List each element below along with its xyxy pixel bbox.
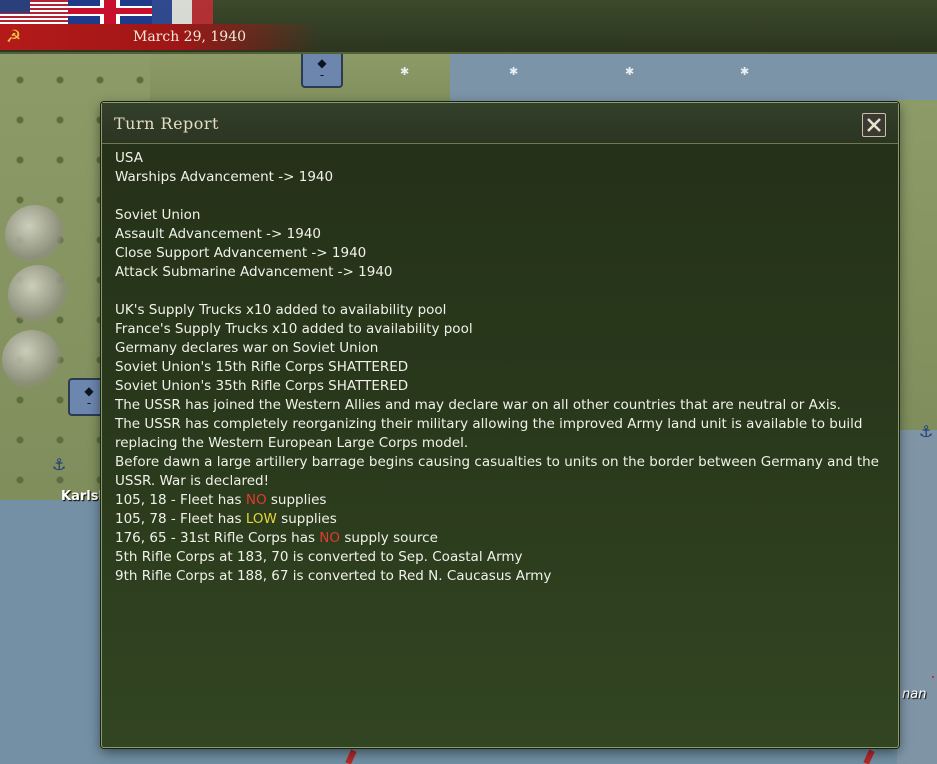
supply-report-line: 105, 18 - Fleet has NO supplies bbox=[115, 491, 885, 510]
report-line: Soviet Union bbox=[115, 207, 201, 223]
supply-line-prefix: 176, 65 - 31st Rifle Corps has bbox=[115, 530, 320, 546]
game-date: March 29, 1940 bbox=[133, 29, 247, 45]
report-line: Close Support Advancement -> 1940 bbox=[115, 245, 367, 261]
supply-line-suffix: supplies bbox=[266, 492, 327, 508]
snow-icon: ✱ bbox=[625, 65, 635, 78]
mountain-terrain bbox=[5, 205, 65, 265]
mountain-terrain bbox=[8, 265, 68, 325]
region-label: nan bbox=[902, 687, 927, 702]
report-line: 9th Rifle Corps at 188, 67 is converted … bbox=[115, 568, 552, 584]
map-sea-north bbox=[450, 50, 937, 110]
report-line: Before dawn a large artillery barrage be… bbox=[115, 454, 879, 489]
supply-report-line: 176, 65 - 31st Rifle Corps has NO supply… bbox=[115, 529, 885, 548]
report-line: 5th Rifle Corps at 183, 70 is converted … bbox=[115, 549, 523, 565]
supply-status-no: NO bbox=[245, 492, 267, 508]
supply-line-prefix: 105, 18 - Fleet has bbox=[115, 492, 246, 508]
snow-icon: ✱ bbox=[400, 65, 410, 78]
front-line-marker bbox=[863, 749, 875, 764]
close-icon bbox=[867, 118, 881, 132]
dialog-header: Turn Report bbox=[102, 103, 898, 144]
report-line: Soviet Union's 35th Rifle Corps SHATTERE… bbox=[115, 378, 409, 394]
map-land-north bbox=[150, 50, 450, 110]
map-sea-southwest bbox=[0, 500, 110, 764]
report-line: Soviet Union's 15th Rifle Corps SHATTERE… bbox=[115, 359, 409, 375]
port-anchor-icon[interactable]: ⚓ bbox=[919, 422, 933, 441]
supply-line-suffix: supplies bbox=[276, 511, 337, 527]
report-line: France's Supply Trucks x10 added to avai… bbox=[115, 321, 473, 337]
top-bar: ☭ March 29, 1940 bbox=[0, 0, 937, 54]
unit-strength-icon: - bbox=[86, 396, 92, 410]
supply-status-no: NO bbox=[319, 530, 341, 546]
supply-status-low: LOW bbox=[245, 511, 277, 527]
map-land-east bbox=[897, 100, 937, 430]
report-line: Germany declares war on Soviet Union bbox=[115, 340, 379, 356]
report-line-blank bbox=[115, 187, 885, 206]
port-anchor-icon[interactable]: ⚓ bbox=[52, 455, 66, 474]
report-line-blank bbox=[115, 282, 885, 301]
hammer-and-sickle-icon: ☭ bbox=[6, 27, 22, 47]
turn-report-text: USA Warships Advancement -> 1940 Soviet … bbox=[115, 149, 885, 739]
france-flag-icon[interactable] bbox=[152, 0, 213, 24]
report-line: Attack Submarine Advancement -> 1940 bbox=[115, 264, 393, 280]
report-line: Assault Advancement -> 1940 bbox=[115, 226, 322, 242]
usa-flag-icon[interactable] bbox=[0, 0, 68, 24]
uk-flag-icon[interactable] bbox=[68, 0, 152, 24]
report-line: USA bbox=[115, 150, 143, 166]
map-sea-east bbox=[897, 430, 937, 764]
front-line-marker bbox=[345, 749, 357, 764]
report-line: The USSR has joined the Western Allies a… bbox=[115, 397, 841, 413]
supply-line-suffix: supply source bbox=[340, 530, 438, 546]
supply-report-line: 105, 78 - Fleet has LOW supplies bbox=[115, 510, 885, 529]
snow-icon: ✱ bbox=[740, 65, 750, 78]
naval-unit-counter[interactable]: ◆ - bbox=[301, 50, 343, 88]
report-line: UK's Supply Trucks x10 added to availabi… bbox=[115, 302, 447, 318]
close-button[interactable] bbox=[862, 113, 886, 137]
turn-report-dialog: Turn Report USA Warships Advancement -> … bbox=[101, 102, 934, 748]
unit-strength-icon: - bbox=[319, 68, 325, 82]
alliance-flags bbox=[0, 0, 213, 24]
report-line: The USSR has completely reorganizing the… bbox=[115, 416, 863, 451]
supply-line-prefix: 105, 78 - Fleet has bbox=[115, 511, 246, 527]
snow-icon: ✱ bbox=[509, 65, 519, 78]
dialog-title: Turn Report bbox=[114, 114, 219, 133]
marker-dot bbox=[932, 676, 934, 678]
report-line: Warships Advancement -> 1940 bbox=[115, 169, 334, 185]
mountain-terrain bbox=[2, 330, 62, 390]
